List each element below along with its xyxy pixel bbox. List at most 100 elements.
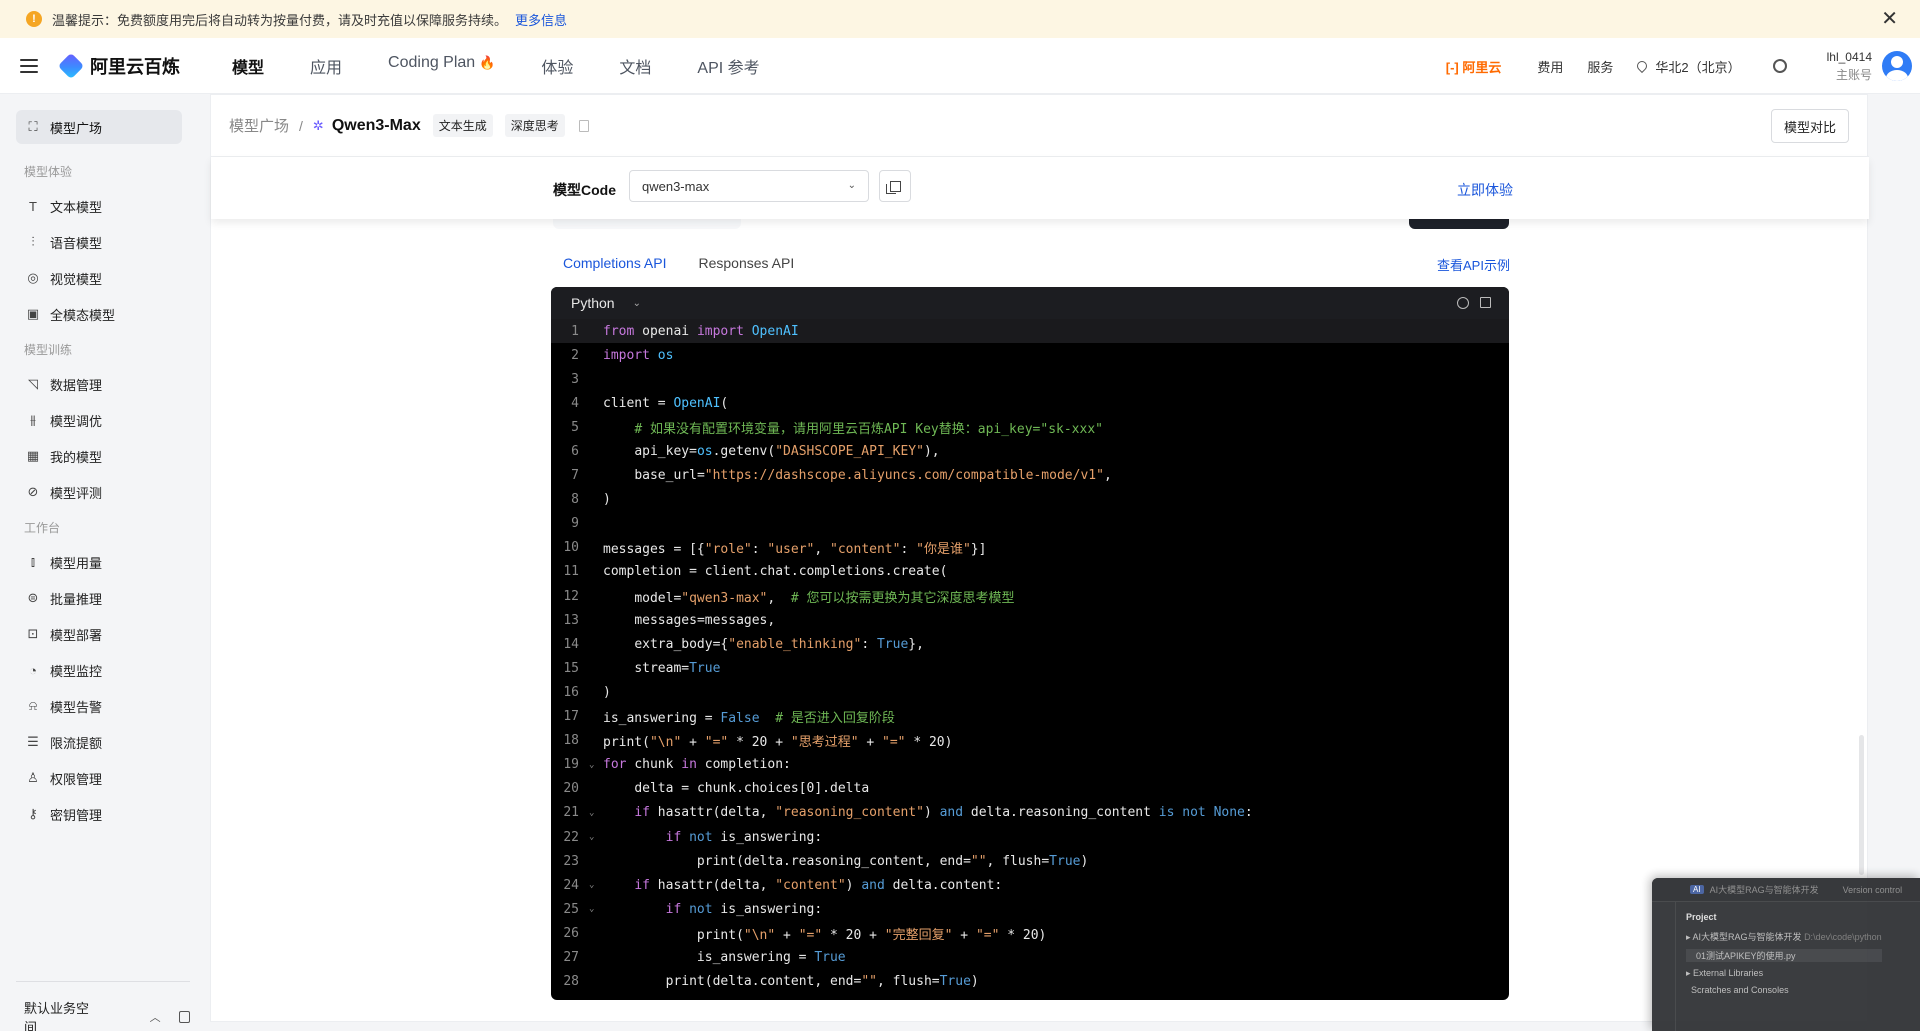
code-line[interactable]: 1 from openai import OpenAI: [551, 319, 1509, 344]
code-line[interactable]: 18 print("\n" + "=" * 20 + "思考过程" + "=" *…: [551, 729, 1509, 753]
brand-logo[interactable]: 阿里云百炼: [57, 52, 180, 79]
try-now-link[interactable]: 立即体验: [1457, 180, 1513, 200]
fold-chevron-icon[interactable]: ⌄: [589, 880, 603, 890]
view-api-example-link[interactable]: 查看API示例: [1437, 255, 1510, 274]
code-line[interactable]: 16): [551, 680, 1509, 704]
code-line[interactable]: 12 model="qwen3-max", # 您可以按需更换为其它深度思考模型: [551, 584, 1509, 608]
fold-chevron-icon[interactable]: ⌄: [589, 760, 603, 770]
service-link[interactable]: 服务: [1587, 57, 1613, 76]
code-line[interactable]: 23 print(delta.reasoning_content, end=""…: [551, 849, 1509, 873]
menu-icon[interactable]: [20, 58, 38, 73]
sidebar-item-alerts[interactable]: ⍾ 模型告警: [26, 696, 102, 716]
sidebar-item-rate-limit[interactable]: ☰ 限流提额: [26, 732, 102, 752]
sidebar-item-permissions[interactable]: ♙ 权限管理: [26, 768, 102, 788]
code-line[interactable]: 10 messages = [{"role": "user", "content"…: [551, 536, 1509, 560]
ide-window[interactable]: AI AI大模型RAG与智能体开发 Version control Projec…: [1652, 878, 1920, 1031]
code-line[interactable]: 4 client = OpenAI(: [551, 391, 1509, 415]
code-line[interactable]: 22 ⌄ if not is_answering:: [551, 825, 1509, 849]
chevron-up-icon[interactable]: ︿: [150, 1009, 161, 1025]
model-code-select[interactable]: qwen3-max ⌄: [629, 170, 869, 202]
sidebar-item-label: 语音模型: [50, 235, 103, 251]
sidebar-item-omni-model[interactable]: ▣ 全模态模型: [26, 304, 115, 324]
code-line[interactable]: 3: [551, 367, 1509, 391]
collapse-sidebar-icon[interactable]: [178, 1011, 190, 1023]
tab-completions-api[interactable]: Completions API: [563, 255, 667, 271]
fold-chevron-icon[interactable]: ⌄: [589, 832, 603, 842]
code-line[interactable]: 11 completion = client.chat.completions.c…: [551, 560, 1509, 584]
sidebar-item-usage[interactable]: ⫾ 模型用量: [26, 552, 102, 572]
code-line[interactable]: 8): [551, 488, 1509, 512]
code-line[interactable]: 15 stream=True: [551, 656, 1509, 680]
nav-item-experience[interactable]: 体验: [541, 54, 573, 78]
tab-responses-api[interactable]: Responses API: [699, 255, 795, 271]
code-line[interactable]: 21 ⌄ if hasattr(delta, "reasoning_content…: [551, 801, 1509, 825]
sidebar-item-deployment[interactable]: ⊡ 模型部署: [26, 624, 102, 644]
nav-item-coding-plan[interactable]: Coding Plan 🔥: [388, 54, 495, 78]
line-number: 9: [571, 516, 579, 532]
sidebar-item-key-management[interactable]: ⚷ 密钥管理: [26, 804, 102, 824]
nav-item-docs[interactable]: 文档: [619, 54, 651, 78]
line-number: 25: [563, 901, 579, 917]
region-selector[interactable]: 华北2（北京）: [1635, 57, 1741, 76]
version-control-label[interactable]: Version control: [1843, 885, 1903, 895]
nav-item-model[interactable]: 模型: [232, 54, 264, 78]
notice-more-link[interactable]: 更多信息: [515, 10, 567, 29]
tree-scratches[interactable]: Scratches and Consoles: [1686, 985, 1882, 995]
copy-model-code-button[interactable]: [879, 170, 911, 202]
code-line[interactable]: 27 is_answering = True: [551, 945, 1509, 969]
theme-toggle-icon[interactable]: [1457, 297, 1469, 309]
code-line[interactable]: 7 base_url="https://dashscope.aliyuncs.c…: [551, 464, 1509, 488]
nav-item-apps[interactable]: 应用: [310, 54, 342, 78]
sidebar-item-fine-tuning[interactable]: ⫵ 模型调优: [26, 410, 102, 430]
code-line[interactable]: 9: [551, 512, 1509, 536]
sidebar-item-batch-inference[interactable]: ⊜ 批量推理: [26, 588, 102, 608]
code-line[interactable]: 17 is_answering = False # 是否进入回复阶段: [551, 705, 1509, 729]
code-line[interactable]: 20 delta = chunk.choices[0].delta: [551, 777, 1509, 801]
tree-root-folder[interactable]: ▸ AI大模型RAG与智能体开发 D:\dev\code\python: [1686, 930, 1882, 943]
model-compare-button[interactable]: 模型对比: [1770, 109, 1849, 143]
code-line[interactable]: 14 extra_body={"enable_thinking": True},: [551, 632, 1509, 656]
chevron-down-icon[interactable]: ⌄: [633, 298, 641, 309]
project-label[interactable]: Project: [1686, 912, 1882, 922]
code-block: Python ⌄ 1 from openai import OpenAI 2 impo…: [551, 287, 1509, 1000]
avatar[interactable]: [1882, 51, 1912, 81]
sidebar-item-model-evaluation[interactable]: ⊘ 模型评测: [26, 482, 102, 502]
code-line[interactable]: 5 # 如果没有配置环境变量，请用阿里云百炼API Key替换：api_key=…: [551, 415, 1509, 439]
compass-icon: ⊘: [27, 484, 39, 499]
fold-chevron-icon[interactable]: ⌄: [589, 808, 603, 818]
code-line[interactable]: 13 messages=messages,: [551, 608, 1509, 632]
sidebar-item-vision-model[interactable]: ◎ 视觉模型: [26, 268, 102, 288]
workspace-switcher[interactable]: 默认业务空间 ︿: [24, 998, 190, 1031]
sidebar-item-model-square[interactable]: ⛶ 模型广场: [16, 110, 182, 144]
sidebar-item-my-models[interactable]: ▦ 我的模型: [26, 446, 102, 466]
code-line[interactable]: 24 ⌄ if hasattr(delta, "content") and del…: [551, 873, 1509, 897]
billing-link[interactable]: 费用: [1537, 57, 1563, 76]
sidebar-item-data-management[interactable]: ◹ 数据管理: [26, 374, 102, 394]
sidebar-section-title: 模型体验: [24, 165, 73, 179]
tree-file[interactable]: 01测试APIKEY的使用.py: [1686, 949, 1882, 962]
tree-external-libraries[interactable]: ▸ External Libraries: [1686, 968, 1882, 979]
sidebar: ⛶ 模型广场 模型体验 T 文本模型 ⫶ 语音模型 ◎ 视觉模型 ▣ 全模态模型 模型训…: [0, 94, 198, 1031]
sidebar-item-voice-model[interactable]: ⫶ 语音模型: [26, 232, 102, 252]
settings-icon[interactable]: [1772, 59, 1787, 73]
code-line[interactable]: 19 ⌄ for chunk in completion:: [551, 753, 1509, 777]
breadcrumb-root[interactable]: 模型广场: [229, 115, 289, 136]
scrollbar[interactable]: [1859, 735, 1864, 875]
sidebar-item-monitoring[interactable]: ◔ 模型监控: [26, 660, 102, 680]
code-line[interactable]: 26 print("\n" + "=" * 20 + "完整回复" + "=" …: [551, 921, 1509, 945]
line-number: 16: [563, 684, 579, 700]
close-icon[interactable]: ✕: [1881, 9, 1898, 29]
document-icon[interactable]: [578, 119, 589, 132]
user-info[interactable]: lhl_0414 主账号: [1827, 50, 1872, 83]
code-text: ): [603, 492, 611, 508]
code-line[interactable]: 6 api_key=os.getenv("DASHSCOPE_API_KEY")…: [551, 439, 1509, 463]
fold-chevron-icon[interactable]: ⌄: [589, 904, 603, 914]
aliyun-logo[interactable]: [-] 阿里云: [1446, 57, 1502, 76]
copy-code-icon[interactable]: [1480, 297, 1491, 308]
sidebar-item-text-model[interactable]: T 文本模型: [26, 196, 102, 216]
code-line[interactable]: 2 import os: [551, 343, 1509, 367]
code-line[interactable]: 25 ⌄ if not is_answering:: [551, 897, 1509, 921]
nav-item-api-reference[interactable]: API 参考: [697, 54, 759, 78]
language-select[interactable]: Python: [571, 295, 615, 311]
code-line[interactable]: 28 print(delta.content, end="", flush=Tr…: [551, 970, 1509, 994]
